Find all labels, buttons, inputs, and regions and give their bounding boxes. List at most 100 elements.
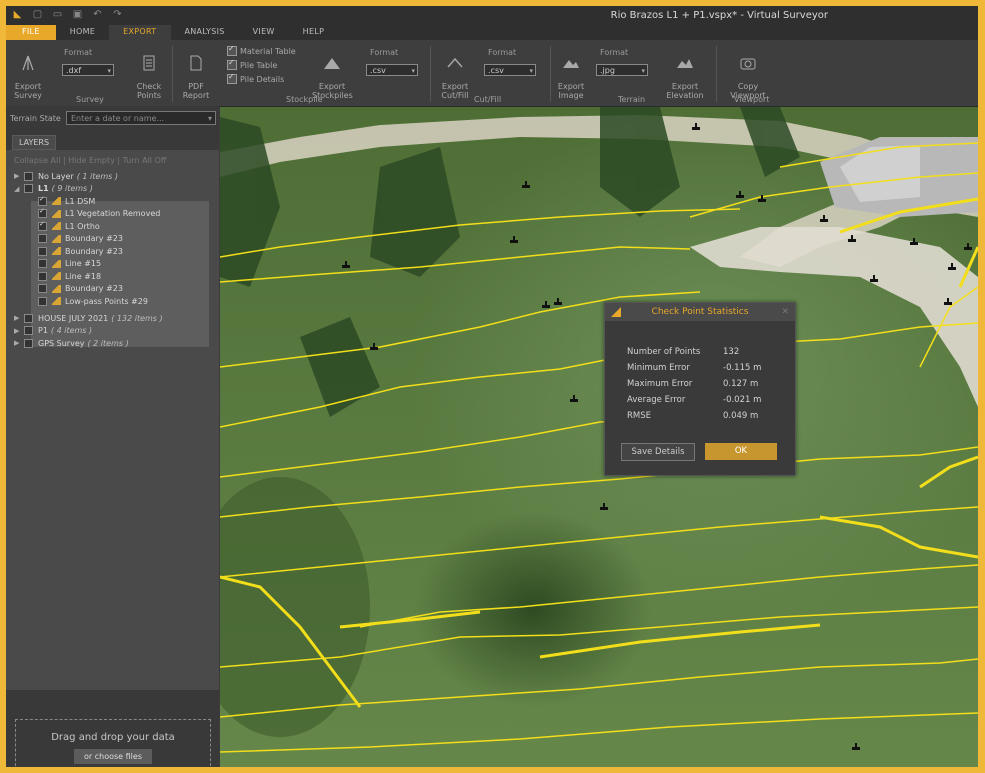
layer-name: L1 DSM (65, 196, 96, 206)
elevation-icon (677, 59, 693, 68)
layer-checkbox[interactable] (38, 284, 47, 293)
expand-arrow-icon[interactable]: ▶ (14, 314, 20, 322)
tab-layers[interactable]: LAYERS (12, 135, 57, 150)
app-window: ◣ ▢ ▭ ▣ ↶ ↷ Rio Brazos L1 + P1.vspx* - V… (6, 6, 978, 767)
layer-name: Low-pass Points #29 (65, 296, 148, 306)
terrain-format-select[interactable]: .jpg (596, 64, 648, 77)
layer-row[interactable]: Boundary #23 (38, 283, 123, 295)
layer-name: Boundary #23 (65, 246, 123, 256)
checkbox-icon (227, 72, 237, 84)
layer-row[interactable]: ▶ P1( 4 items ) (14, 325, 92, 337)
tab-help[interactable]: HELP (289, 25, 339, 40)
layer-checkbox[interactable] (38, 246, 47, 256)
pdf-icon (190, 55, 202, 71)
layer-row[interactable]: ▶ HOUSE JULY 2021( 132 items ) (14, 312, 163, 324)
layer-type-icon (52, 297, 61, 305)
cutfill-group-label: Cut/Fill (474, 95, 502, 104)
pile-table-checkbox[interactable]: Pile Table (227, 58, 277, 70)
layer-checkbox[interactable] (24, 313, 33, 323)
layer-checkbox[interactable] (38, 207, 47, 218)
tab-export[interactable]: EXPORT (109, 25, 171, 40)
layer-checkbox[interactable] (24, 326, 33, 335)
layer-row[interactable]: Line #18 (38, 270, 101, 282)
layer-row[interactable]: Low-pass Points #29 (38, 295, 148, 307)
pile-details-label: Pile Details (240, 74, 285, 84)
export-elevation-label: Export Elevation (666, 82, 704, 100)
close-icon[interactable]: ✕ (781, 303, 789, 321)
viewport-group-label: Viewport (734, 95, 770, 104)
save-details-button[interactable]: Save Details (621, 443, 695, 461)
stat-label: Average Error (627, 395, 686, 405)
layer-row[interactable]: L1 DSM (38, 195, 95, 207)
layer-name: L1 Ortho (65, 221, 100, 231)
ribbon-divider (716, 46, 717, 102)
layer-checkbox[interactable] (38, 234, 47, 243)
terrain-state-input[interactable]: Enter a date or name... (66, 111, 216, 126)
layer-checkbox[interactable] (38, 259, 47, 268)
layer-row[interactable]: ◢ L1( 9 items ) (14, 183, 93, 195)
export-image-label: Export Image (557, 82, 585, 100)
tab-home[interactable]: HOME (56, 25, 109, 40)
stockpile-format-select[interactable]: .csv (366, 64, 418, 77)
collapse-arrow-icon[interactable]: ◢ (14, 185, 20, 193)
layer-row[interactable]: ▶ GPS Survey( 2 items ) (14, 337, 129, 349)
expand-arrow-icon[interactable]: ▶ (14, 172, 20, 180)
layer-name: L1 (38, 184, 49, 193)
expand-arrow-icon[interactable]: ▶ (14, 339, 20, 347)
ribbon-divider (430, 46, 431, 102)
layer-row[interactable]: L1 Vegetation Removed (38, 207, 160, 220)
layer-checkbox[interactable] (24, 171, 33, 181)
pdf-report-button[interactable]: PDF Report (182, 46, 210, 100)
export-stockpiles-button[interactable]: Export Stockpiles (312, 46, 353, 100)
layer-name: No Layer (38, 171, 74, 181)
layers-tree: Collapse All | Hide Empty | Turn All Off… (6, 150, 219, 690)
dialog-title-bar: Check Point Statistics ✕ (605, 303, 795, 321)
expand-arrow-icon[interactable]: ▶ (14, 327, 20, 335)
layer-name: GPS Survey (38, 338, 85, 348)
pile-details-checkbox[interactable]: Pile Details (227, 72, 285, 84)
stat-value: 0.127 m (723, 379, 759, 389)
layer-row[interactable]: L1 Ortho (38, 220, 100, 232)
check-point-statistics-dialog: Check Point Statistics ✕ Number of Point… (604, 302, 796, 476)
layer-checkbox[interactable] (24, 338, 33, 348)
survey-format-select[interactable]: .dxf (62, 64, 114, 77)
image-icon (563, 60, 579, 68)
drop-zone[interactable]: Drag and drop your data or choose files (15, 719, 211, 767)
layer-name: HOUSE JULY 2021 (38, 313, 109, 323)
layer-checkbox[interactable] (38, 296, 47, 306)
window-title: Rio Brazos L1 + P1.vspx* - Virtual Surve… (610, 10, 828, 21)
layer-actions[interactable]: Collapse All | Hide Empty | Turn All Off (14, 156, 166, 165)
export-cutfill-button[interactable]: Export Cut/Fill (438, 46, 472, 100)
choose-files-button[interactable]: or choose files (74, 749, 152, 764)
layer-name: Boundary #23 (65, 284, 123, 293)
layer-type-icon (52, 209, 61, 218)
check-points-button[interactable]: Check Points (134, 46, 164, 100)
title-bar: ◣ ▢ ▭ ▣ ↶ ↷ Rio Brazos L1 + P1.vspx* - V… (6, 6, 978, 25)
3d-viewport[interactable] (220, 107, 978, 767)
tab-view[interactable]: VIEW (239, 25, 289, 40)
material-table-checkbox[interactable]: Material Table (227, 44, 296, 56)
layer-row[interactable]: Boundary #23 (38, 233, 123, 245)
copy-viewport-button[interactable]: Copy Viewport (722, 46, 774, 100)
export-survey-button[interactable]: Export Survey (14, 46, 42, 100)
layer-row[interactable]: Line #15 (38, 258, 101, 270)
checkbox-icon (227, 58, 237, 70)
tab-file[interactable]: FILE (6, 25, 56, 40)
layer-checkbox[interactable] (38, 271, 47, 281)
layer-item-count: ( 1 items ) (76, 171, 118, 181)
layer-checkbox[interactable] (38, 195, 47, 206)
layer-item-count: ( 2 items ) (87, 338, 129, 348)
stat-value: -0.115 m (723, 363, 762, 373)
dialog-title: Check Point Statistics (651, 307, 749, 317)
layer-checkbox[interactable] (38, 220, 47, 231)
ok-button[interactable]: OK (705, 443, 777, 460)
survey-group-label: Survey (76, 95, 104, 104)
tab-analysis[interactable]: ANALYSIS (171, 25, 239, 40)
layer-checkbox[interactable] (24, 184, 33, 193)
export-image-button[interactable]: Export Image (556, 46, 586, 100)
layer-type-icon (52, 272, 61, 280)
cutfill-format-select[interactable]: .csv (484, 64, 536, 77)
export-elevation-button[interactable]: Export Elevation (666, 46, 704, 100)
layer-row[interactable]: ▶ No Layer( 1 items ) (14, 170, 118, 182)
layer-row[interactable]: Boundary #23 (38, 245, 123, 257)
